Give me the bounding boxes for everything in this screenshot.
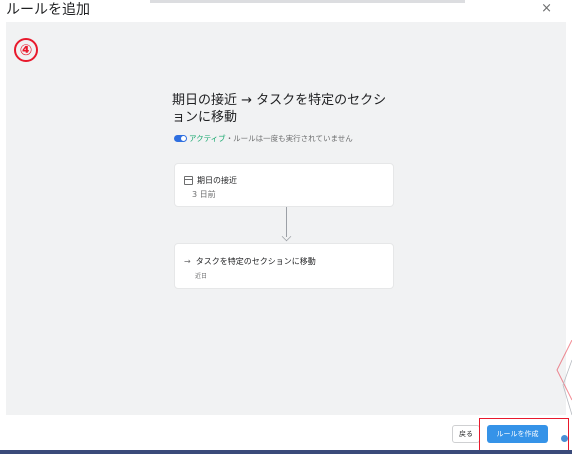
trigger-detail: 3 日前 — [192, 190, 216, 199]
trigger-header: 期日の接近 — [184, 175, 237, 186]
action-card[interactable]: → タスクを特定のセクションに移動 近日 — [174, 243, 394, 289]
close-button[interactable]: × — [541, 2, 552, 16]
rule-title: 期日の接近 → タスクを特定のセクションに移動 — [172, 93, 387, 125]
status-active-label: アクティブ — [189, 134, 226, 143]
active-toggle[interactable] — [174, 135, 187, 142]
arrow-right-icon: → — [184, 257, 191, 266]
trigger-card[interactable]: 期日の接近 3 日前 — [174, 163, 394, 207]
trigger-label: 期日の接近 — [197, 176, 237, 185]
rule-status: アクティブ ・ルールは一度も実行されていません — [174, 133, 353, 144]
bottom-bar — [0, 450, 572, 454]
calendar-icon — [184, 176, 193, 185]
action-label: タスクを特定のセクションに移動 — [195, 257, 316, 266]
step-marker: ④ — [14, 38, 38, 62]
back-button[interactable]: 戻る — [452, 425, 480, 443]
action-header: → タスクを特定のセクションに移動 — [184, 256, 316, 267]
status-note: ・ルールは一度も実行されていません — [225, 134, 353, 143]
decorative-dot — [561, 435, 568, 442]
dialog-title: ルールを追加 — [6, 2, 90, 18]
create-rule-button[interactable]: ルールを作成 — [487, 425, 548, 443]
action-detail: 近日 — [195, 273, 208, 280]
top-divider — [150, 0, 465, 3]
